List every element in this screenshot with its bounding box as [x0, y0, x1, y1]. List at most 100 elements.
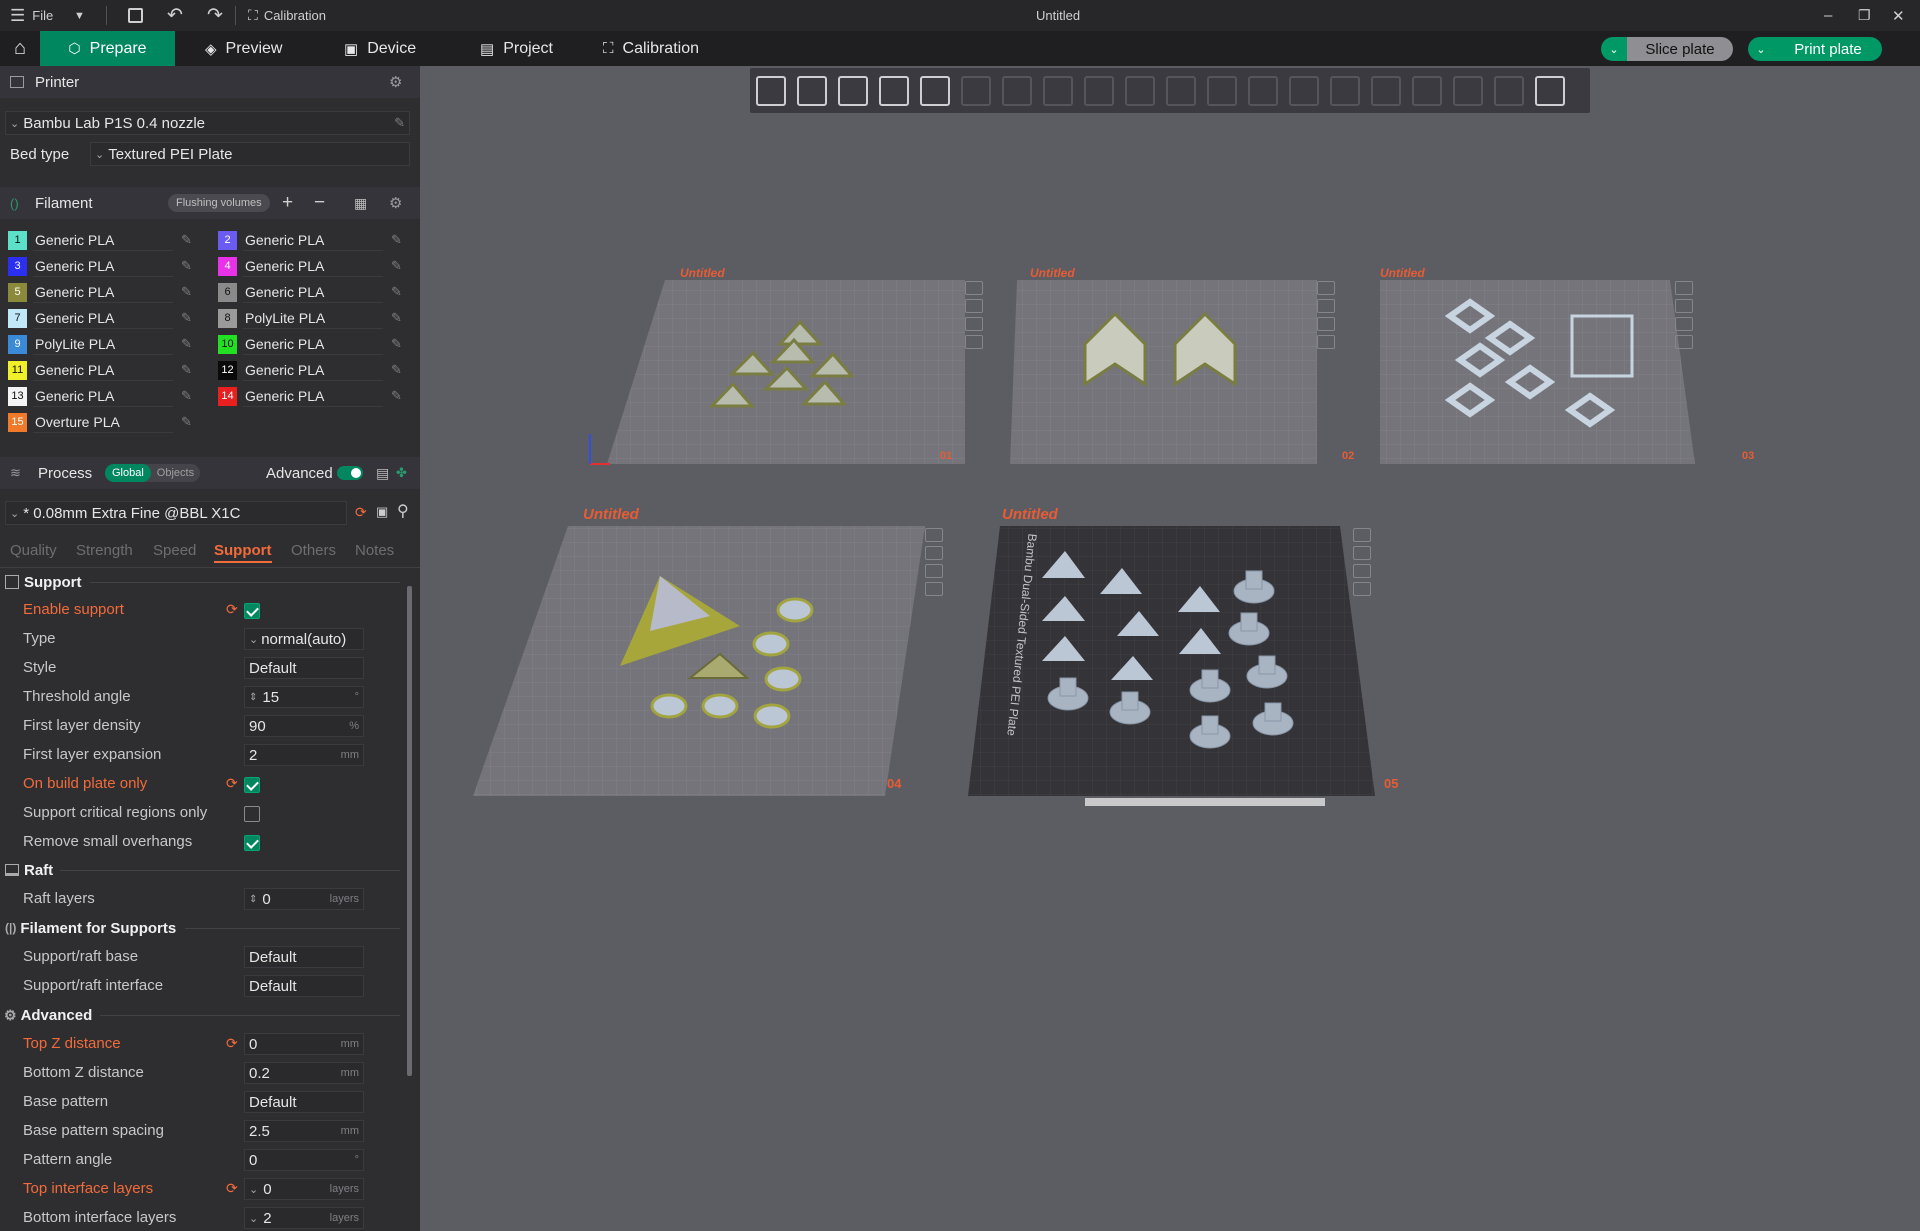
- filament-color-swatch[interactable]: 9: [8, 334, 27, 354]
- filament-name[interactable]: Generic PLA: [243, 229, 383, 251]
- printer-preset-select[interactable]: ⌄ Bambu Lab P1S 0.4 nozzle ✎: [5, 111, 410, 135]
- edit-filament-icon[interactable]: ✎: [391, 388, 402, 404]
- close-plate-icon[interactable]: [1317, 281, 1335, 295]
- process-preset-select[interactable]: ⌄ * 0.08mm Extra Fine @BBL X1C: [5, 501, 347, 525]
- filament-color-swatch[interactable]: 12: [218, 360, 237, 380]
- search-icon[interactable]: ⚲: [397, 501, 409, 521]
- filament-name[interactable]: Generic PLA: [33, 385, 173, 407]
- filament-name[interactable]: Generic PLA: [243, 281, 383, 303]
- filament-color-swatch[interactable]: 15: [8, 412, 27, 432]
- reset-preset-icon[interactable]: ⟳: [355, 504, 367, 521]
- tab-project[interactable]: ▤ Project: [480, 31, 553, 66]
- arrange-icon[interactable]: [965, 299, 983, 313]
- filament-color-swatch[interactable]: 4: [218, 256, 237, 276]
- lock-icon[interactable]: [965, 317, 983, 331]
- plate-settings-icon[interactable]: [1317, 335, 1335, 349]
- edit-filament-icon[interactable]: ✎: [391, 284, 402, 300]
- first-layer-density-input[interactable]: 90%: [244, 715, 364, 737]
- close-plate-icon[interactable]: [925, 528, 943, 542]
- filament-color-swatch[interactable]: 7: [8, 308, 27, 328]
- home-button[interactable]: ⌂: [0, 31, 40, 66]
- process-section-header[interactable]: ≋ Process Global Objects Advanced ▤ ✤: [0, 457, 420, 489]
- edit-filament-icon[interactable]: ✎: [391, 232, 402, 248]
- edit-filament-icon[interactable]: ✎: [181, 414, 192, 430]
- objects-toggle[interactable]: Objects: [151, 464, 200, 482]
- arrange-icon[interactable]: [925, 546, 943, 560]
- lock-icon[interactable]: [1675, 317, 1693, 331]
- 3d-viewport[interactable]: Untitled 01 Untitled 02 Untitled 03 Unti…: [420, 66, 1920, 1231]
- plate-settings-icon[interactable]: [965, 335, 983, 349]
- edit-filament-icon[interactable]: ✎: [181, 284, 192, 300]
- edit-filament-icon[interactable]: ✎: [181, 232, 192, 248]
- filament-name[interactable]: Overture PLA: [33, 411, 173, 433]
- filament-name[interactable]: PolyLite PLA: [243, 307, 383, 329]
- plate-2-controls[interactable]: [1317, 281, 1335, 349]
- filament-color-swatch[interactable]: 10: [218, 334, 237, 354]
- filament-color-swatch[interactable]: 6: [218, 282, 237, 302]
- subtab-strength[interactable]: Strength: [76, 542, 133, 559]
- edit-filament-icon[interactable]: ✎: [391, 362, 402, 378]
- filament-name[interactable]: PolyLite PLA: [33, 333, 173, 355]
- filament-slot-2[interactable]: 2 Generic PLA ✎: [218, 229, 402, 251]
- printer-section-header[interactable]: Printer ⚙: [0, 66, 420, 98]
- filament-slot-15[interactable]: 15 Overture PLA ✎: [8, 411, 192, 433]
- filament-color-swatch[interactable]: 8: [218, 308, 237, 328]
- plate-3-controls[interactable]: [1675, 281, 1693, 349]
- add-filament-icon[interactable]: +: [282, 192, 293, 214]
- edit-printer-icon[interactable]: ✎: [394, 115, 405, 131]
- plate-1-controls[interactable]: [965, 281, 983, 349]
- filament-color-swatch[interactable]: 11: [8, 360, 27, 380]
- reset-enable-support-icon[interactable]: ⟳: [226, 601, 238, 618]
- enable-support-checkbox[interactable]: [244, 603, 260, 619]
- subtab-others[interactable]: Others: [291, 542, 336, 559]
- lock-icon[interactable]: [925, 564, 943, 578]
- edit-filament-icon[interactable]: ✎: [391, 258, 402, 274]
- filament-slot-9[interactable]: 9 PolyLite PLA ✎: [8, 333, 192, 355]
- edit-filament-icon[interactable]: ✎: [391, 336, 402, 352]
- compare-icon[interactable]: ▤: [376, 465, 389, 482]
- plate-settings-icon[interactable]: [1675, 335, 1693, 349]
- filament-name[interactable]: Generic PLA: [243, 359, 383, 381]
- arrange-icon[interactable]: [1353, 546, 1371, 560]
- filament-name[interactable]: Generic PLA: [243, 333, 383, 355]
- support-type-select[interactable]: ⌄ normal(auto): [244, 628, 364, 650]
- filament-slot-8[interactable]: 8 PolyLite PLA ✎: [218, 307, 402, 329]
- subtab-speed[interactable]: Speed: [153, 542, 196, 559]
- filament-name[interactable]: Generic PLA: [243, 255, 383, 277]
- filament-slot-13[interactable]: 13 Generic PLA ✎: [8, 385, 192, 407]
- edit-filament-icon[interactable]: ✎: [181, 388, 192, 404]
- filament-slot-4[interactable]: 4 Generic PLA ✎: [218, 255, 402, 277]
- first-layer-expansion-input[interactable]: 2 mm: [244, 744, 364, 766]
- bed-type-select[interactable]: ⌄ Textured PEI Plate: [90, 142, 410, 166]
- filament-name[interactable]: Generic PLA: [33, 229, 173, 251]
- on-build-plate-only-checkbox[interactable]: [244, 777, 260, 793]
- filament-slot-11[interactable]: 11 Generic PLA ✎: [8, 359, 192, 381]
- filament-name[interactable]: Generic PLA: [33, 359, 173, 381]
- edit-filament-icon[interactable]: ✎: [181, 362, 192, 378]
- plate-4[interactable]: [473, 526, 925, 796]
- undo-button[interactable]: ↶: [167, 0, 183, 31]
- restore-button[interactable]: ❐: [1858, 0, 1871, 31]
- plate-5-controls[interactable]: [1353, 528, 1371, 596]
- filament-color-swatch[interactable]: 5: [8, 282, 27, 302]
- base-pattern-select[interactable]: Default: [244, 1091, 364, 1113]
- bottom-z-distance-input[interactable]: 0.2 mm: [244, 1062, 364, 1084]
- file-menu[interactable]: ☰ File: [10, 0, 53, 31]
- subtab-quality[interactable]: Quality: [10, 542, 57, 559]
- print-plate-button[interactable]: Print plate: [1774, 37, 1882, 61]
- filament-slot-14[interactable]: 14 Generic PLA ✎: [218, 385, 402, 407]
- lock-icon[interactable]: [1353, 564, 1371, 578]
- subtab-support[interactable]: Support: [214, 542, 272, 563]
- process-settings-icon[interactable]: ✤: [396, 465, 407, 481]
- base-pattern-spacing-input[interactable]: 2.5 mm: [244, 1120, 364, 1142]
- print-options-dropdown[interactable]: ⌄: [1748, 37, 1774, 61]
- advanced-switch[interactable]: [337, 466, 363, 480]
- filament-color-swatch[interactable]: 14: [218, 386, 237, 406]
- tab-prepare[interactable]: ⬡ Prepare: [40, 31, 175, 66]
- plate-4-controls[interactable]: [925, 528, 943, 596]
- sync-filament-icon[interactable]: ▦: [354, 195, 367, 212]
- file-dropdown-button[interactable]: ▼: [74, 0, 85, 31]
- filament-color-swatch[interactable]: 13: [8, 386, 27, 406]
- close-plate-icon[interactable]: [965, 281, 983, 295]
- arrange-icon[interactable]: [1675, 299, 1693, 313]
